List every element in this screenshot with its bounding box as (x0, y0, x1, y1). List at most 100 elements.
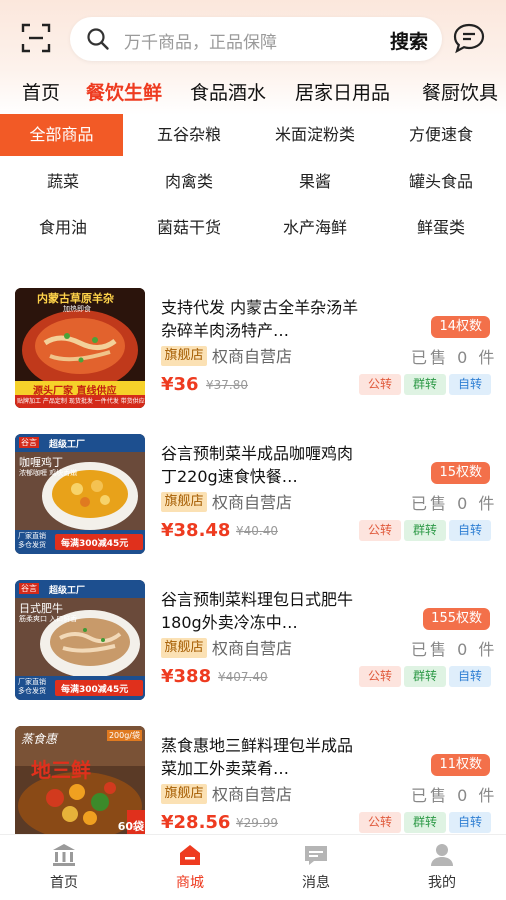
image-dish-sub: 浓郁咖喱 鸡块香嫩 (19, 469, 78, 477)
tab-food-drinks[interactable]: 食品酒水 (190, 78, 266, 105)
tag-self-transfer[interactable]: 自转 (449, 812, 491, 833)
shop-icon (180, 845, 200, 865)
bank-icon (53, 844, 75, 866)
tag-public-transfer[interactable]: 公转 (359, 666, 401, 687)
search-button[interactable]: 搜索 (390, 27, 428, 54)
product-title[interactable]: 蒸食惠地三鲜料理包半成品菜加工外卖菜肴… (161, 734, 361, 780)
image-dish-name: 地三鲜 (31, 758, 91, 782)
image-promo: 每满300减45元 (61, 685, 129, 695)
category-all[interactable]: 全部商品 (0, 114, 123, 156)
category-canned[interactable]: 罐头食品 (378, 161, 504, 203)
rights-badge: 155权数 (423, 608, 490, 630)
nav-mall[interactable]: 商城 (140, 843, 240, 892)
nav-home[interactable]: 首页 (14, 843, 114, 892)
user-icon (431, 844, 453, 866)
store-name[interactable]: 权商自营店 (212, 781, 292, 805)
nav-mine[interactable]: 我的 (392, 843, 492, 892)
original-price: ¥37.80 (206, 378, 248, 392)
category-flour[interactable]: 米面淀粉类 (252, 114, 378, 156)
image-brand: 蒸食惠 (21, 732, 58, 746)
tag-public-transfer[interactable]: 公转 (359, 374, 401, 395)
tab-kitchenware[interactable]: 餐厨饮具 (422, 78, 498, 105)
sold-count: 已售 0 件 (411, 348, 498, 367)
rights-badge: 15权数 (431, 462, 490, 484)
tag-public-transfer[interactable]: 公转 (359, 520, 401, 541)
tag-public-transfer[interactable]: 公转 (359, 812, 401, 833)
image-promo: 每满300减45元 (61, 539, 129, 549)
tag-self-transfer[interactable]: 自转 (449, 374, 491, 395)
image-corner: 厂家直销 多仓发货 (18, 678, 46, 695)
nav-messages[interactable]: 消息 (266, 843, 366, 892)
sold-count: 已售 0 件 (411, 640, 498, 659)
original-price: ¥29.99 (236, 816, 278, 830)
product-card[interactable]: 谷言 超级工厂 咖喱鸡丁 浓郁咖喱 鸡块香嫩 厂家直销 多仓发货 每满300减4… (0, 434, 506, 559)
sold-count: 已售 0 件 (411, 786, 498, 805)
tag-group-transfer[interactable]: 群转 (404, 666, 446, 687)
sold-count: 已售 0 件 (411, 494, 498, 513)
tag-group-transfer[interactable]: 群转 (404, 520, 446, 541)
image-caption-band: 源头厂家 直线供应 (33, 386, 117, 397)
category-seafood[interactable]: 水产海鲜 (252, 207, 378, 249)
product-price: ¥36 (161, 374, 199, 395)
original-price: ¥407.40 (218, 670, 268, 684)
search-input[interactable]: 万千商品，正品保障 (124, 28, 277, 53)
search-bar[interactable]: 万千商品，正品保障 搜索 (70, 17, 442, 61)
tab-household[interactable]: 居家日用品 (295, 78, 390, 105)
tag-self-transfer[interactable]: 自转 (449, 520, 491, 541)
store-name[interactable]: 权商自营店 (212, 489, 292, 513)
product-card[interactable]: 谷言 超级工厂 日式肥牛 筋柔爽口 入口鲜香 厂家直销 多仓发货 每满300减4… (0, 580, 506, 705)
original-price: ¥40.40 (236, 524, 278, 538)
image-factory: 超级工厂 (49, 440, 86, 450)
product-price: ¥388 (161, 666, 212, 687)
scan-icon[interactable] (20, 22, 52, 54)
image-caption-foot: 贴牌加工 产品定制 现货批发 一件代发 带货供应链 (17, 398, 145, 405)
image-caption-sub: 加热即食 (63, 305, 91, 313)
category-meat[interactable]: 肉禽类 (126, 161, 252, 203)
nav-label: 商城 (176, 875, 204, 891)
image-corner: 厂家直销 多仓发货 (18, 532, 46, 549)
image-brand: 谷言 (19, 583, 39, 594)
product-card[interactable]: 蒸食惠 地三鲜 200g/袋 60袋 蒸食惠地三鲜料理包半成品菜加工外卖菜肴… … (0, 726, 506, 851)
tag-group-transfer[interactable]: 群转 (404, 812, 446, 833)
image-brand: 谷言 (19, 437, 39, 448)
product-image: 蒸食惠 地三鲜 200g/袋 60袋 (15, 726, 145, 834)
chat-icon[interactable] (452, 22, 486, 54)
flagship-badge: 旗舰店 (161, 492, 207, 512)
search-icon (87, 28, 109, 50)
category-oil[interactable]: 食用油 (0, 207, 126, 249)
bottom-nav: 首页 商城 消息 我的 (0, 834, 506, 900)
header: 万千商品，正品保障 搜索 首页 餐饮生鲜 食品酒水 居家日用品 餐厨饮具 (0, 0, 506, 115)
image-factory: 超级工厂 (49, 586, 86, 596)
category-vegetables[interactable]: 蔬菜 (0, 161, 126, 203)
tag-self-transfer[interactable]: 自转 (449, 666, 491, 687)
tab-home[interactable]: 首页 (22, 78, 60, 105)
nav-label: 我的 (428, 875, 456, 891)
store-name[interactable]: 权商自营店 (212, 343, 292, 367)
product-price: ¥38.48 (161, 520, 231, 541)
product-title[interactable]: 谷言预制菜半成品咖喱鸡肉丁220g速食快餐… (161, 442, 361, 488)
category-jam[interactable]: 果酱 (252, 161, 378, 203)
product-title[interactable]: 谷言预制菜料理包日式肥牛180g外卖冷冻中… (161, 588, 361, 634)
image-dish-sub: 筋柔爽口 入口鲜香 (19, 615, 78, 623)
nav-label: 消息 (302, 875, 330, 891)
rights-badge: 14权数 (431, 316, 490, 338)
product-image: 内蒙古草原羊杂 加热即食 源头厂家 直线供应 贴牌加工 产品定制 现货批发 一件… (15, 288, 145, 408)
product-title[interactable]: 支持代发 内蒙古全羊杂汤羊杂碎羊肉汤特产… (161, 296, 361, 342)
flagship-badge: 旗舰店 (161, 346, 207, 366)
product-image: 谷言 超级工厂 日式肥牛 筋柔爽口 入口鲜香 厂家直销 多仓发货 每满300减4… (15, 580, 145, 700)
message-icon (305, 846, 327, 865)
product-card[interactable]: 内蒙古草原羊杂 加热即食 源头厂家 直线供应 贴牌加工 产品定制 现货批发 一件… (0, 288, 506, 413)
nav-label: 首页 (50, 875, 78, 891)
tag-group-transfer[interactable]: 群转 (404, 374, 446, 395)
image-weight: 200g/袋 (106, 730, 142, 741)
tab-food-fresh[interactable]: 餐饮生鲜 (86, 78, 162, 105)
category-eggs[interactable]: 鲜蛋类 (378, 207, 504, 249)
category-grains[interactable]: 五谷杂粮 (126, 114, 252, 156)
category-instant[interactable]: 方便速食 (378, 114, 504, 156)
product-image: 谷言 超级工厂 咖喱鸡丁 浓郁咖喱 鸡块香嫩 厂家直销 多仓发货 每满300减4… (15, 434, 145, 554)
image-count: 60袋 (117, 820, 144, 833)
rights-badge: 11权数 (431, 754, 490, 776)
store-name[interactable]: 权商自营店 (212, 635, 292, 659)
flagship-badge: 旗舰店 (161, 638, 207, 658)
category-mushroom[interactable]: 菌菇干货 (126, 207, 252, 249)
